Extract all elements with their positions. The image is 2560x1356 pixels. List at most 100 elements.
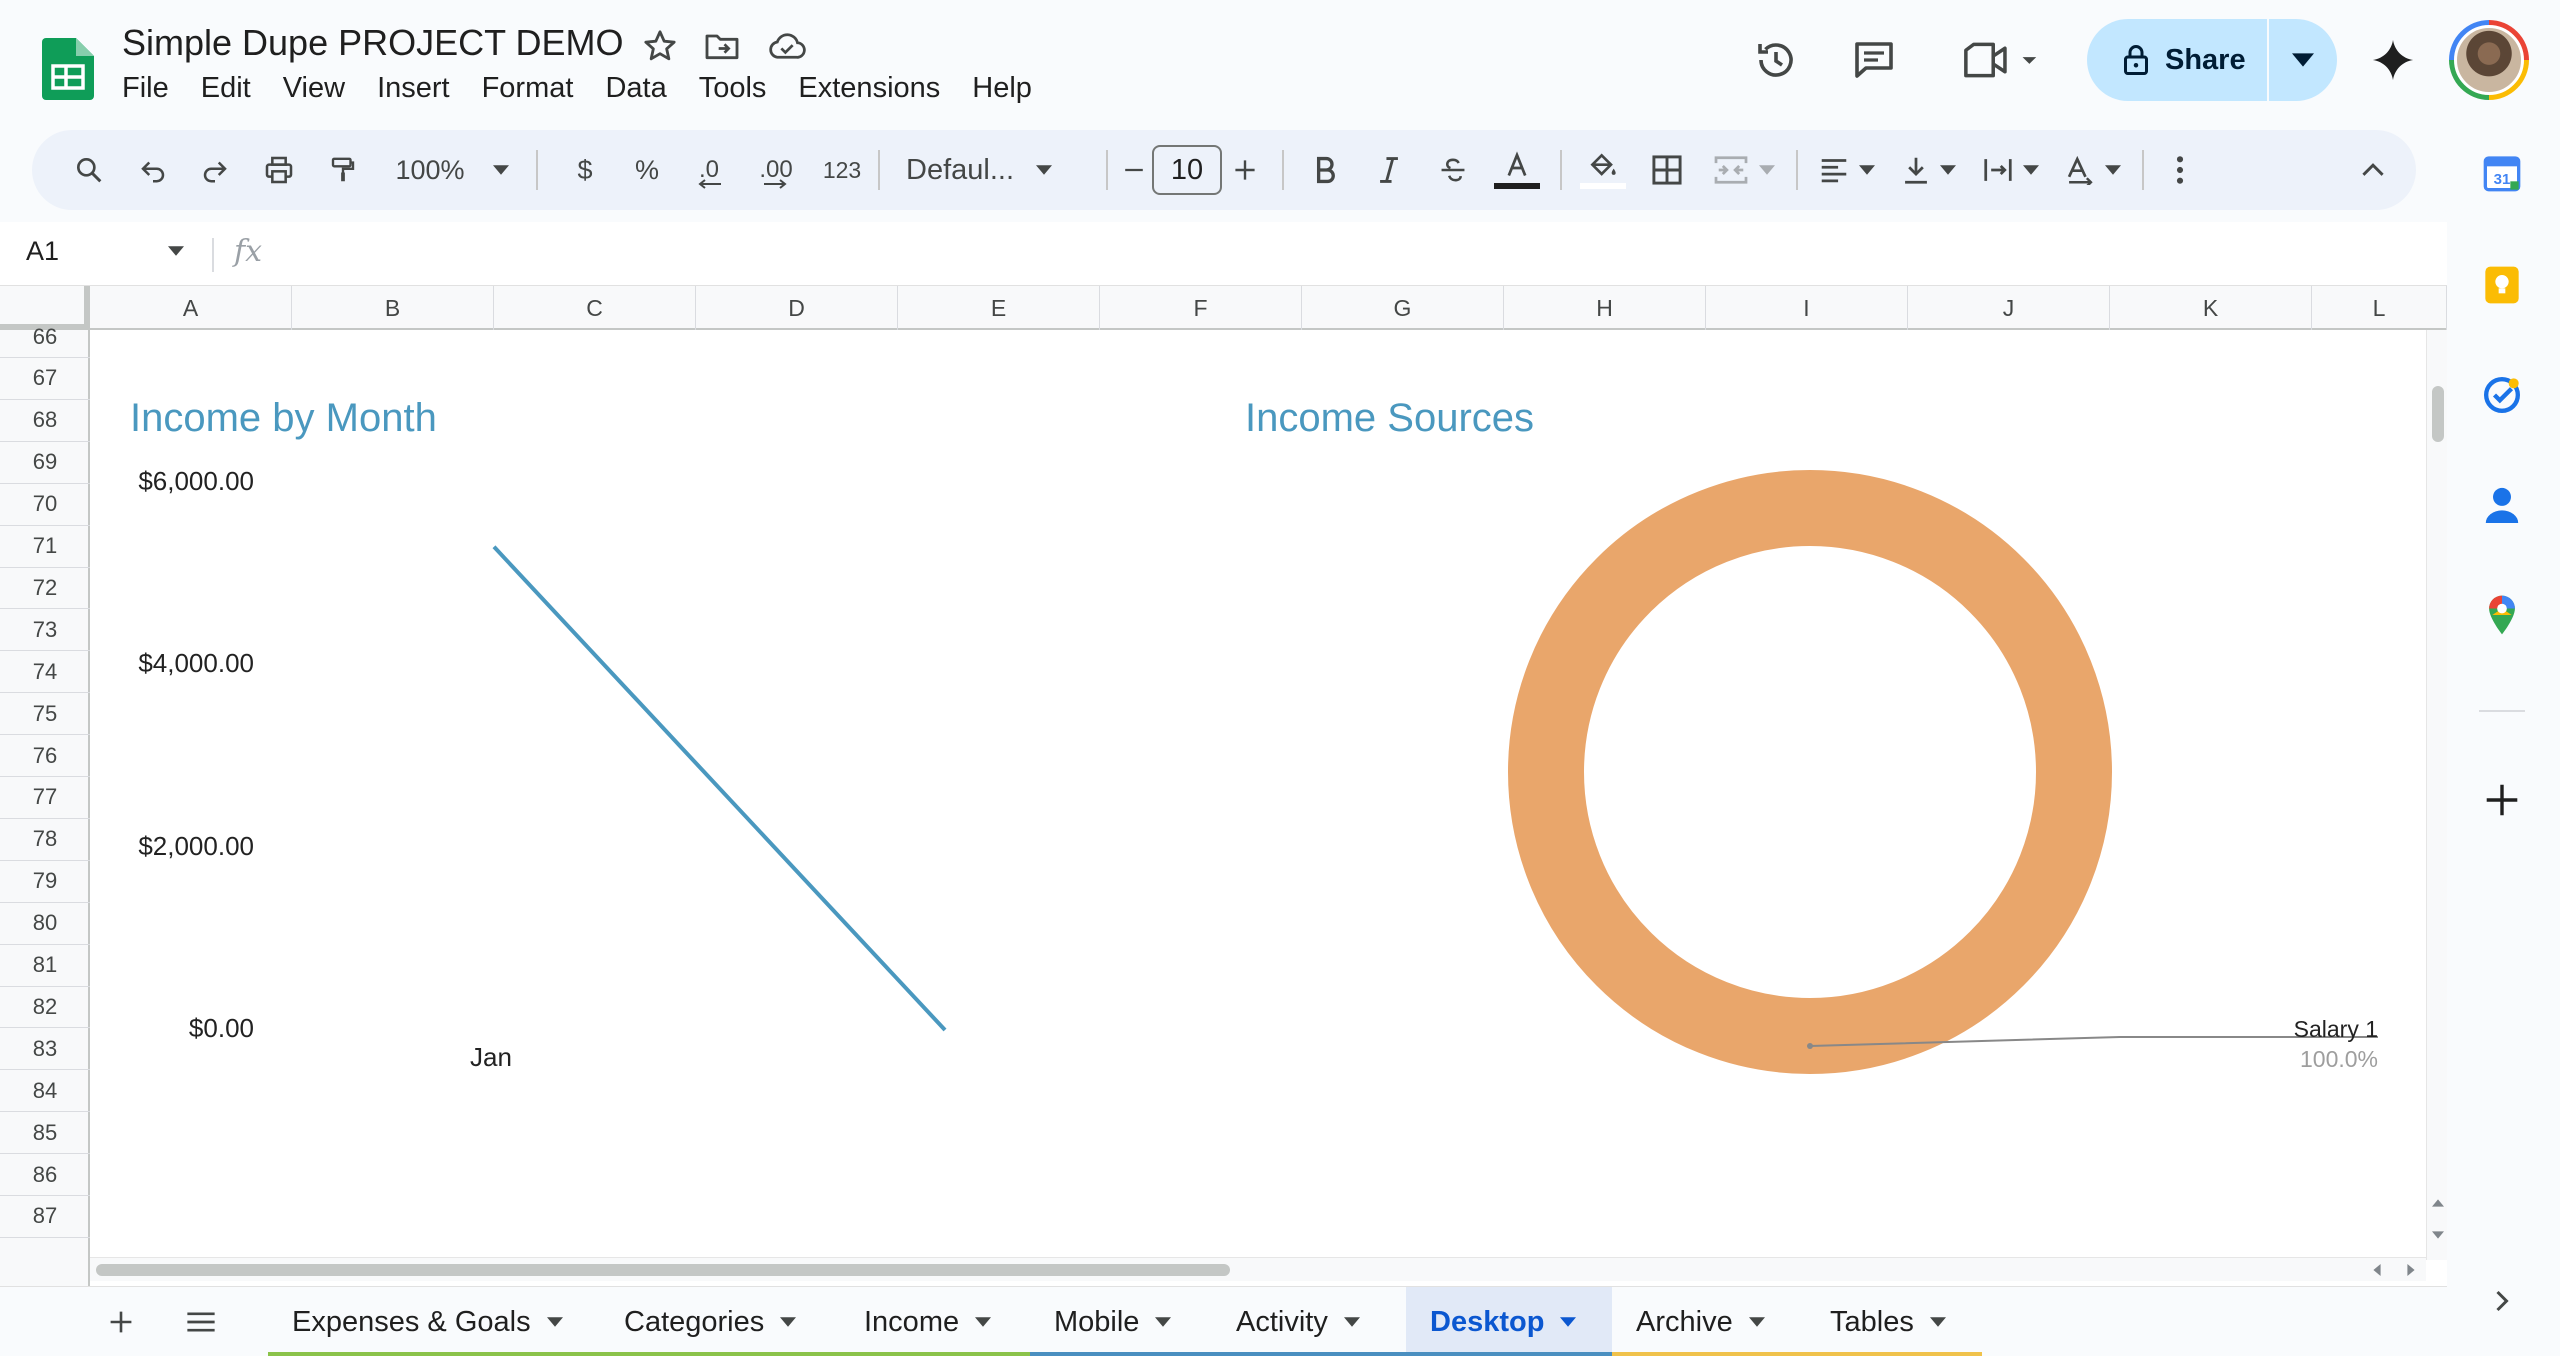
version-history-icon[interactable] bbox=[1748, 32, 1804, 88]
column-header-k[interactable]: K bbox=[2110, 286, 2312, 330]
all-sheets-icon[interactable] bbox=[176, 1302, 226, 1342]
strikethrough-icon[interactable] bbox=[1430, 130, 1476, 210]
document-title[interactable]: Simple Dupe PROJECT DEMO bbox=[122, 22, 623, 64]
print-icon[interactable] bbox=[254, 130, 304, 210]
menu-help[interactable]: Help bbox=[972, 72, 1032, 105]
pie-slice-salary-1[interactable] bbox=[1508, 470, 2112, 1074]
maps-icon[interactable] bbox=[2477, 590, 2527, 640]
undo-icon[interactable] bbox=[128, 130, 178, 210]
toolbar-divider bbox=[1796, 150, 1798, 190]
horizontal-align-icon[interactable] bbox=[1812, 130, 1882, 210]
tasks-icon[interactable] bbox=[2477, 370, 2527, 420]
scroll-right-arrow-icon[interactable] bbox=[2406, 1264, 2416, 1276]
column-header-h[interactable]: H bbox=[1504, 286, 1706, 330]
sheets-logo-icon[interactable] bbox=[42, 38, 94, 100]
fill-color-icon[interactable] bbox=[1578, 130, 1628, 210]
menu-tools[interactable]: Tools bbox=[699, 72, 767, 105]
comments-icon[interactable] bbox=[1846, 32, 1902, 88]
formula-divider bbox=[212, 238, 214, 272]
vertical-scrollbar[interactable] bbox=[2426, 330, 2447, 1260]
contacts-icon[interactable] bbox=[2477, 480, 2527, 530]
sheet-tab-mobile[interactable]: Mobile bbox=[1030, 1287, 1212, 1356]
borders-icon[interactable] bbox=[1642, 130, 1692, 210]
search-menus-icon[interactable] bbox=[64, 130, 114, 210]
income-by-month-chart[interactable] bbox=[0, 286, 1000, 1286]
name-box[interactable]: A1 bbox=[26, 236, 59, 267]
column-header-l[interactable]: L bbox=[2312, 286, 2447, 330]
increase-decimal-button[interactable]: .00 bbox=[748, 130, 804, 210]
text-rotation-icon[interactable] bbox=[2058, 130, 2128, 210]
scroll-down-arrow-icon[interactable] bbox=[2432, 1230, 2444, 1240]
column-header-g[interactable]: G bbox=[1302, 286, 1504, 330]
spreadsheet-grid[interactable]: ABCDEFGHIJKL 66 67 68 69 70 71 72 73 74 75 76 77 78 7… bbox=[0, 286, 2447, 1286]
menu-data[interactable]: Data bbox=[605, 72, 666, 105]
line-series-0[interactable] bbox=[492, 545, 947, 1032]
font-size-input[interactable]: 10 bbox=[1152, 145, 1222, 195]
redo-icon[interactable] bbox=[190, 130, 240, 210]
sheet-tab-income[interactable]: Income bbox=[840, 1287, 1030, 1356]
caret-down-icon[interactable] bbox=[780, 1317, 797, 1327]
scroll-left-arrow-icon[interactable] bbox=[2372, 1264, 2382, 1276]
caret-down-icon[interactable] bbox=[1560, 1317, 1577, 1327]
add-sheet-icon[interactable] bbox=[96, 1302, 146, 1342]
vertical-scroll-thumb[interactable] bbox=[2432, 386, 2444, 442]
merge-cells-icon[interactable] bbox=[1706, 130, 1782, 210]
format-percent-button[interactable]: % bbox=[624, 130, 670, 210]
scroll-up-arrow-icon[interactable] bbox=[2432, 1198, 2444, 1208]
sheet-tab-categories[interactable]: Categories bbox=[600, 1287, 840, 1356]
caret-down-icon[interactable] bbox=[1155, 1317, 1172, 1327]
decrease-decimal-button[interactable]: .0 bbox=[684, 130, 734, 210]
column-header-j[interactable]: J bbox=[1908, 286, 2110, 330]
menu-edit[interactable]: Edit bbox=[201, 72, 251, 105]
horizontal-scroll-thumb[interactable] bbox=[96, 1264, 1230, 1276]
income-sources-donut-chart[interactable] bbox=[1490, 466, 2140, 1116]
text-wrapping-icon[interactable] bbox=[1976, 130, 2046, 210]
caret-down-icon[interactable] bbox=[168, 246, 184, 256]
increase-font-size-button[interactable] bbox=[1228, 130, 1262, 210]
sheet-tab-archive[interactable]: Archive bbox=[1612, 1287, 1806, 1356]
zoom-select[interactable]: 100% bbox=[382, 130, 522, 210]
keep-icon[interactable] bbox=[2477, 260, 2527, 310]
text-color-icon[interactable] bbox=[1492, 130, 1542, 210]
hide-menus-chevron-icon[interactable] bbox=[2350, 130, 2396, 210]
caret-down-icon[interactable] bbox=[546, 1317, 563, 1327]
italic-icon[interactable] bbox=[1366, 130, 1412, 210]
meet-icon[interactable] bbox=[1958, 32, 2048, 88]
paint-format-icon[interactable] bbox=[318, 130, 368, 210]
more-formats-button[interactable]: 123 bbox=[814, 130, 870, 210]
column-header-i[interactable]: I bbox=[1706, 286, 1908, 330]
account-avatar[interactable] bbox=[2449, 20, 2529, 100]
vertical-align-icon[interactable] bbox=[1894, 130, 1964, 210]
sheet-tab-expenses-goals[interactable]: Expenses & Goals bbox=[268, 1287, 600, 1356]
sheet-tab-desktop[interactable]: Desktop bbox=[1406, 1287, 1612, 1356]
menu-file[interactable]: File bbox=[122, 72, 169, 105]
column-header-f[interactable]: F bbox=[1100, 286, 1302, 330]
sheet-tab-activity[interactable]: Activity bbox=[1212, 1287, 1406, 1356]
share-button[interactable]: Share bbox=[2087, 19, 2267, 101]
menu-insert[interactable]: Insert bbox=[377, 72, 450, 105]
menu-extensions[interactable]: Extensions bbox=[798, 72, 940, 105]
add-icon[interactable] bbox=[2477, 775, 2527, 825]
sheet-tab-tables[interactable]: Tables bbox=[1806, 1287, 1982, 1356]
caret-down-icon[interactable] bbox=[1748, 1317, 1765, 1327]
formula-input[interactable] bbox=[290, 234, 2390, 274]
horizontal-scrollbar[interactable] bbox=[90, 1257, 2426, 1281]
format-currency-button[interactable]: $ bbox=[562, 130, 608, 210]
expand-side-panel-chevron-icon[interactable] bbox=[2477, 1276, 2527, 1326]
more-options-icon[interactable] bbox=[2160, 130, 2200, 210]
star-icon[interactable] bbox=[640, 26, 680, 66]
caret-down-icon[interactable] bbox=[975, 1317, 992, 1327]
caret-down-icon[interactable] bbox=[1929, 1317, 1946, 1327]
decrease-font-size-button[interactable] bbox=[1117, 130, 1151, 210]
move-folder-icon[interactable] bbox=[702, 26, 742, 66]
bold-icon[interactable] bbox=[1302, 130, 1348, 210]
menu-format[interactable]: Format bbox=[482, 72, 574, 105]
share-dropdown-button[interactable] bbox=[2269, 19, 2337, 101]
font-family-select[interactable]: Defaul... bbox=[896, 130, 1096, 210]
caret-down-icon[interactable] bbox=[1343, 1317, 1360, 1327]
menu-view[interactable]: View bbox=[283, 72, 345, 105]
sheet-tab-label: Archive bbox=[1636, 1305, 1733, 1338]
gemini-icon[interactable] bbox=[2365, 32, 2421, 88]
calendar-icon[interactable]: 31 bbox=[2477, 148, 2527, 198]
cloud-saved-icon[interactable] bbox=[766, 26, 806, 66]
